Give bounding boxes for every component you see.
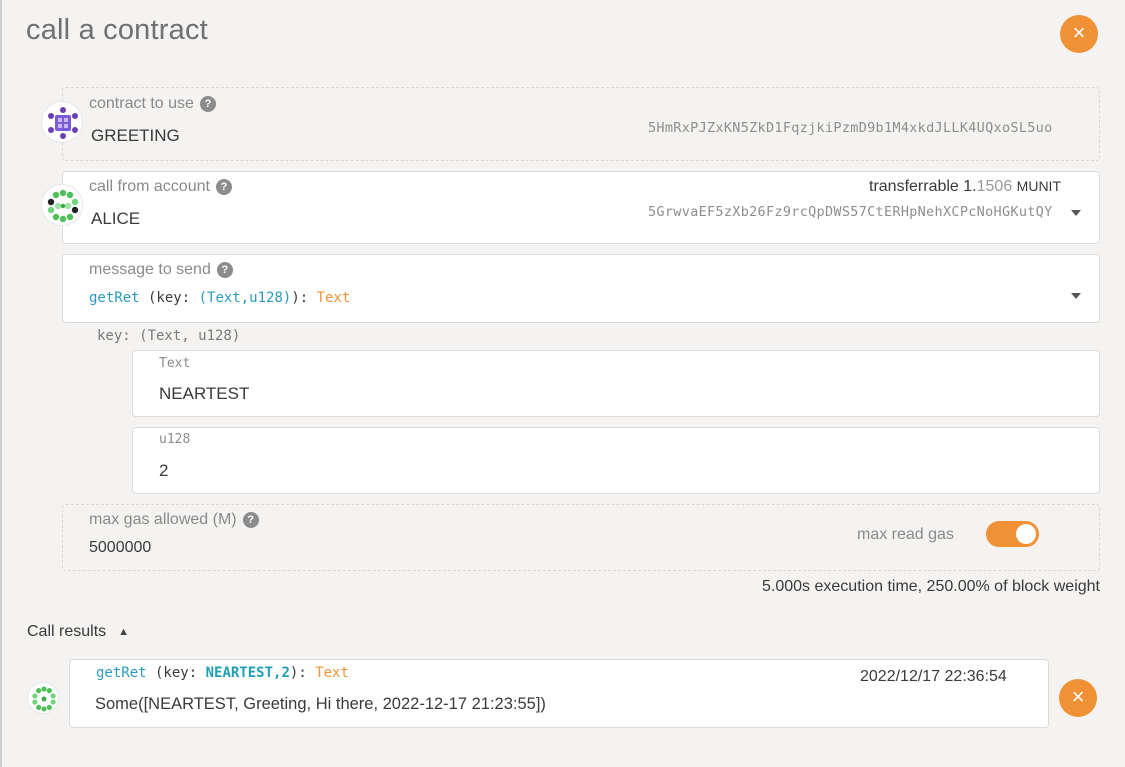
contract-identicon-icon [48, 107, 78, 139]
account-label-text: call from account [89, 178, 210, 195]
result-output: Some([NEARTEST, Greeting, Hi there, 2022… [95, 695, 546, 713]
u128-field[interactable]: 2 [159, 461, 168, 481]
close-modal-button[interactable]: × [1060, 15, 1098, 53]
result-avatar [27, 682, 59, 714]
message-method: getRet [89, 290, 140, 306]
result-timestamp: 2022/12/17 22:36:54 [860, 668, 1007, 685]
help-icon[interactable]: ? [216, 262, 233, 278]
help-icon[interactable]: ? [242, 512, 259, 528]
message-return-type: Text [316, 290, 351, 306]
message-label: message to send ? [89, 261, 233, 279]
window-edge [0, 0, 2, 767]
balance-int: 1. [963, 178, 977, 195]
chevron-down-icon[interactable] [1071, 293, 1081, 299]
result-args: NEARTEST,2 [205, 665, 290, 681]
u128-field-label: u128 [159, 432, 191, 447]
contract-label-text: contract to use [89, 95, 194, 112]
execution-info: 5.000s execution time, 250.00% of block … [762, 578, 1100, 595]
text-field[interactable]: NEARTEST [159, 384, 249, 404]
contract-name: GREETING [91, 126, 180, 145]
contract-avatar [41, 101, 83, 143]
message-signature: getRet (key: (Text,u128)): Text [89, 290, 350, 306]
text-field-label: Text [159, 356, 191, 371]
account-address: 5GrwvaEF5zXb26Fz9rcQpDWS57CtERHpNehXCPcN… [648, 204, 1053, 220]
read-gas-label: max read gas [857, 526, 954, 543]
gas-label-text: max gas allowed (M) [89, 511, 237, 528]
account-balance: transferrable 1.1506 MUNIT [869, 178, 1061, 196]
account-name: ALICE [91, 209, 141, 228]
account-label: call from account ? [89, 178, 232, 196]
result-open: (key: [146, 665, 206, 681]
param-key-label: key: (Text, u128) [97, 328, 241, 344]
help-icon[interactable]: ? [199, 96, 216, 112]
close-icon: × [1072, 20, 1086, 45]
balance-unit: MUNIT [1016, 178, 1061, 194]
message-params-type: (Text,u128) [198, 290, 292, 306]
call-results-title: Call results [27, 623, 107, 640]
message-open: (key: [139, 290, 199, 306]
account-avatar [41, 184, 83, 226]
remove-result-button[interactable]: × [1059, 679, 1097, 717]
help-icon[interactable]: ? [215, 179, 232, 195]
call-results-header[interactable]: Call results ▲ [27, 623, 129, 641]
result-signature: getRet (key: NEARTEST,2): Text [96, 665, 349, 681]
u128-input-box[interactable] [132, 427, 1100, 494]
contract-address: 5HmRxPJZxKN5ZkD1FqzjkiPzmD9b1M4xkdJLLK4U… [648, 120, 1053, 136]
contract-label: contract to use ? [89, 95, 216, 113]
gas-label: max gas allowed (M) ? [89, 511, 259, 529]
chevron-down-icon[interactable] [1071, 210, 1081, 216]
gas-value[interactable]: 5000000 [89, 539, 151, 557]
account-identicon-icon [47, 189, 79, 223]
close-icon: × [1071, 684, 1085, 709]
max-read-gas-toggle[interactable] [986, 521, 1039, 547]
result-method: getRet [96, 665, 147, 681]
message-label-text: message to send [89, 261, 211, 278]
transferrable-label: transferrable [869, 178, 959, 195]
balance-dec: 1506 [976, 178, 1013, 195]
toggle-knob [1016, 524, 1036, 544]
result-return-type: Text [315, 665, 349, 681]
result-close: ): [289, 665, 316, 681]
modal-title: call a contract [26, 14, 208, 46]
account-identicon-icon [32, 686, 56, 712]
message-close: ): [291, 290, 317, 306]
chevron-up-icon[interactable]: ▲ [118, 626, 129, 638]
text-input-box[interactable] [132, 350, 1100, 417]
